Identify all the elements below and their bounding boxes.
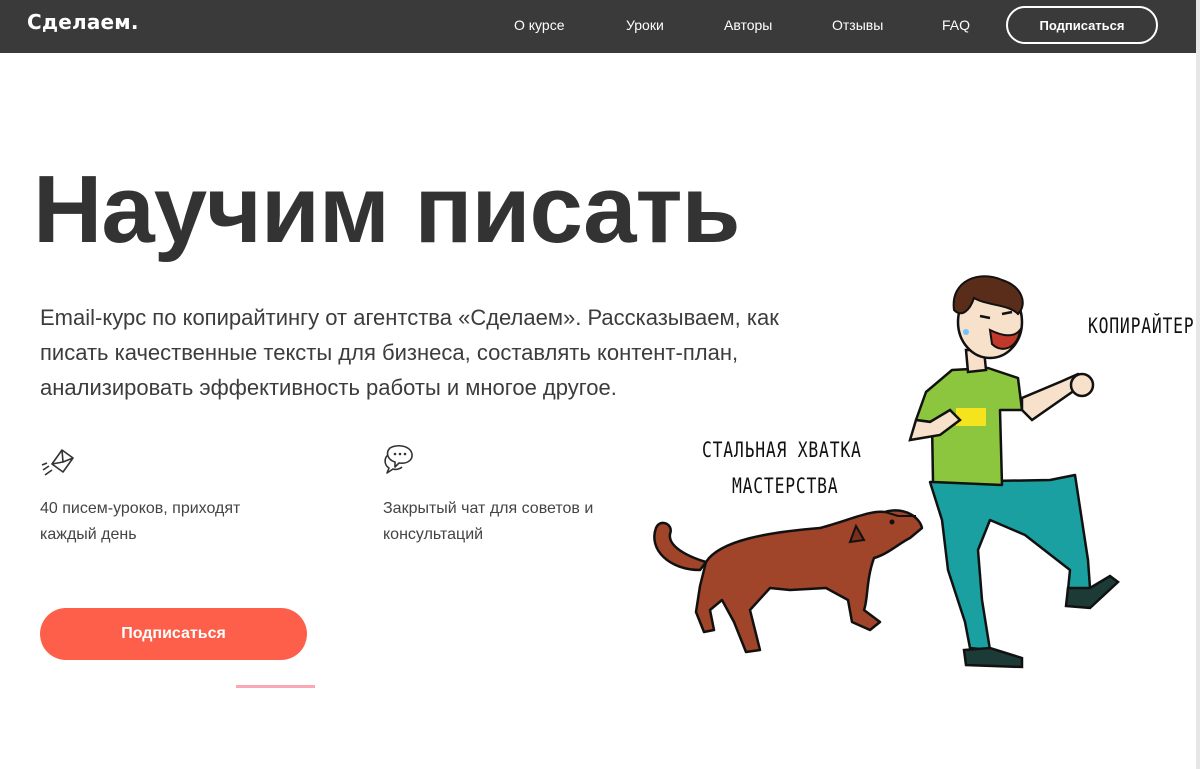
copywriter-label: КОПИРАЙТЕР <box>1088 314 1195 338</box>
nav-link-lessons[interactable]: Уроки <box>626 17 664 33</box>
accent-underline <box>236 685 315 688</box>
nav-link-authors[interactable]: Авторы <box>724 17 772 33</box>
top-navigation-bar: Сделаем. О курсе Уроки Авторы Отзывы FAQ… <box>0 0 1196 53</box>
header-subscribe-button[interactable]: Подписаться <box>1006 6 1158 44</box>
feature-lessons-text: 40 писем-уроков, приходят каждый день <box>40 500 241 543</box>
envelope-send-icon <box>41 449 74 476</box>
feature-chat-text: Закрытый чат для советов и консультаций <box>383 500 594 543</box>
dog-label-line1: СТАЛЬНАЯ ХВАТКА <box>702 438 862 462</box>
hero-illustration: КОПИРАЙТЕР СТАЛЬНАЯ ХВАТКА МАСТЕРСТВА <box>630 270 1196 690</box>
subscribe-button[interactable]: Подписаться <box>40 608 307 660</box>
chat-bubbles-icon <box>384 444 413 474</box>
dog-label-line2: МАСТЕРСТВА <box>732 474 839 498</box>
scrollbar-track[interactable] <box>1196 0 1200 769</box>
hero-title: Научим писать <box>33 156 741 263</box>
nav-link-about[interactable]: О курсе <box>514 17 564 33</box>
nav-link-reviews[interactable]: Отзывы <box>832 17 883 33</box>
nav-link-faq[interactable]: FAQ <box>942 17 970 33</box>
site-logo[interactable]: Сделаем. <box>27 10 139 34</box>
